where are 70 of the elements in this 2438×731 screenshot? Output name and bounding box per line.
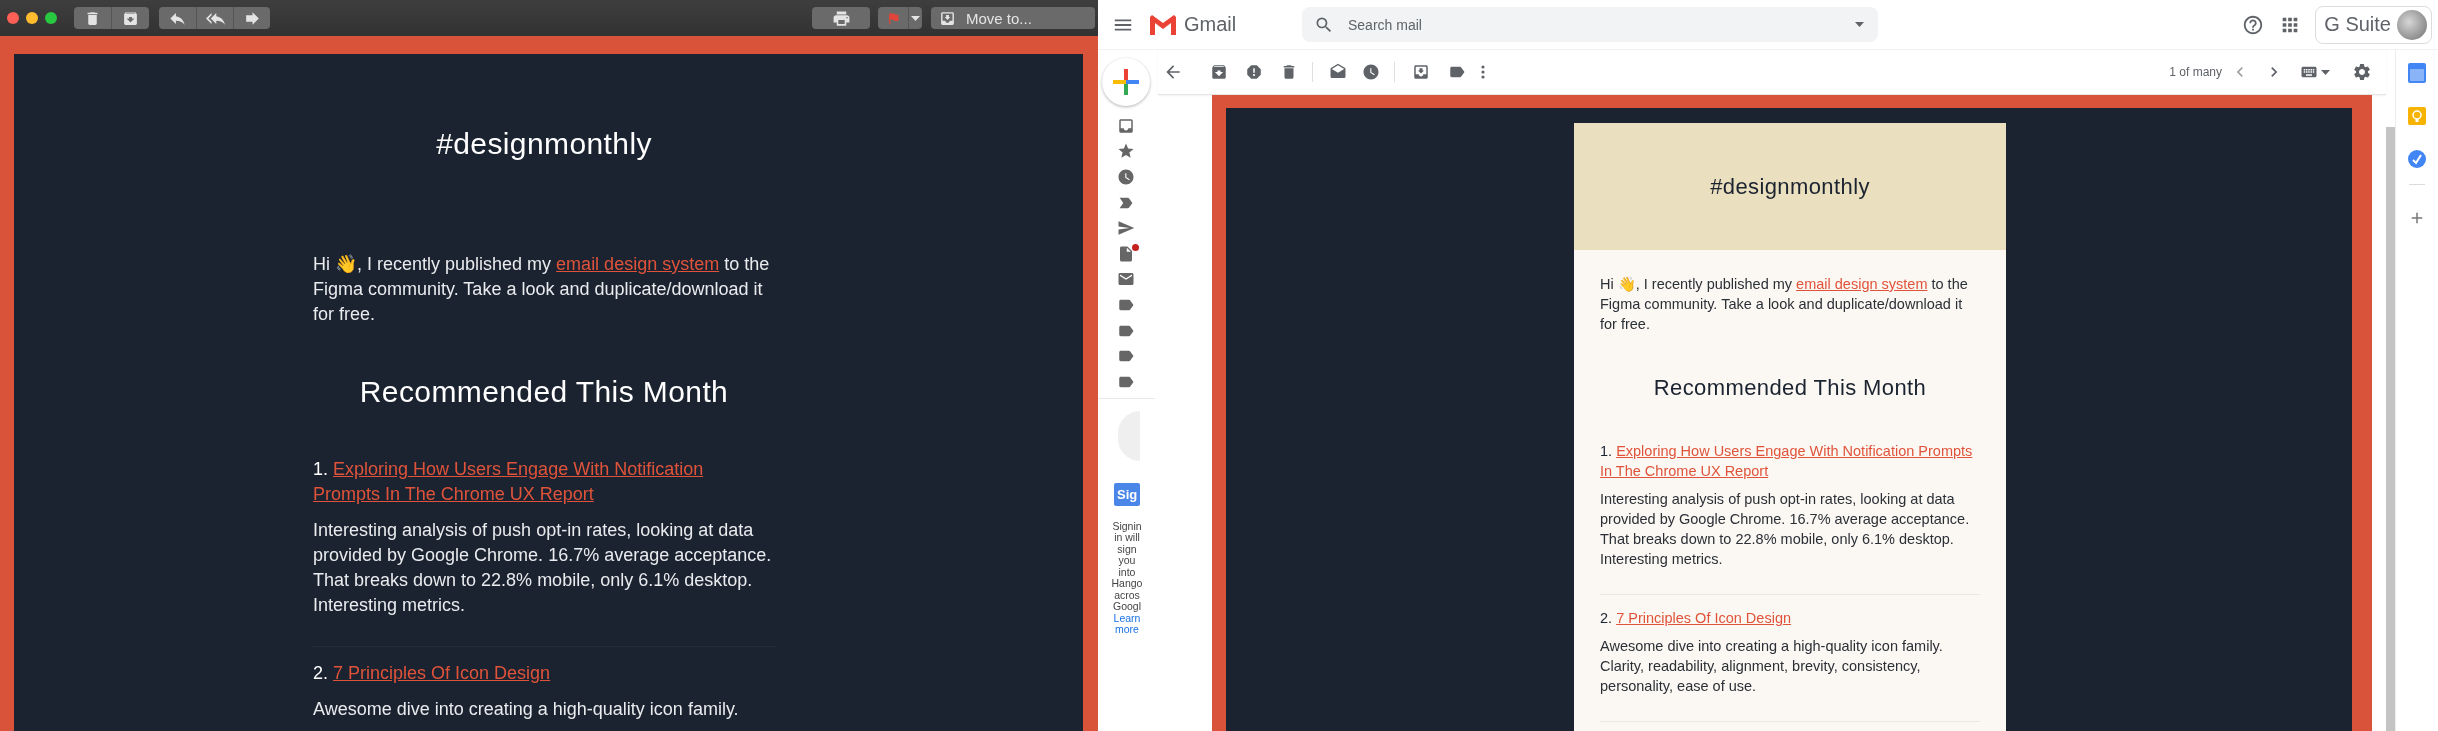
tray-icon	[939, 9, 956, 27]
mark-unread-button[interactable]	[1329, 63, 1347, 81]
printer-icon	[831, 8, 851, 28]
intro-text: Hi 👋, I recently published my email design system to the Figma community. Take a look and duplicate/download it for free.	[1600, 275, 1969, 334]
document-icon	[1117, 244, 1135, 263]
sign-in-button[interactable]: Sig	[1114, 482, 1140, 506]
tray-icon	[1412, 63, 1430, 81]
article-heading[interactable]: 2. 7 Principles Of Icon Design	[313, 661, 775, 686]
minimize-window-button[interactable]	[26, 12, 38, 24]
avatar-icon	[2397, 9, 2427, 40]
help-button[interactable]	[2242, 13, 2265, 36]
section-heading: Recommended This Month	[358, 374, 730, 410]
account-button[interactable]: G Suite	[2315, 5, 2432, 44]
star-icon	[1117, 142, 1135, 161]
newsletter-title: #designmonthly	[1710, 172, 1870, 201]
sign-in-note: Signin in will sign you into Hango acros Googl	[1110, 520, 1144, 613]
report-spam-button[interactable]	[1245, 63, 1263, 81]
settings-button[interactable]	[2352, 62, 2372, 82]
open-envelope-icon	[1329, 63, 1347, 81]
flag-menu-button[interactable]	[908, 7, 922, 29]
zoom-window-button[interactable]	[45, 12, 57, 24]
more-icon	[1481, 65, 1485, 79]
article-description: Awesome dive into creating a high-quality icon family.	[313, 698, 740, 721]
article-heading[interactable]: 2. 7 Principles Of Icon Design	[1600, 608, 1980, 628]
box-icon	[122, 9, 139, 27]
clock-icon	[1362, 63, 1380, 81]
archive-button[interactable]	[1210, 63, 1228, 81]
move-to-button[interactable]: Move to...	[931, 7, 1095, 29]
envelope-logo-icon	[1148, 12, 1178, 37]
article-heading[interactable]: 1. Exploring How Users Engage With Notification Prompts In The Chrome UX Report	[313, 457, 775, 507]
caret-icon	[1855, 22, 1864, 27]
compose-button[interactable]	[1102, 58, 1150, 106]
move-to-button[interactable]	[1412, 63, 1430, 81]
calendar-icon	[2408, 63, 2426, 83]
reply-all-button[interactable]	[196, 7, 233, 29]
checkmark-icon	[2408, 150, 2426, 168]
more-button[interactable]	[1481, 65, 1485, 79]
caret-icon	[2321, 69, 2330, 75]
intro-text: Hi 👋, I recently published my email design system to the Figma community. Take a look and duplicate/download it for free.	[313, 253, 771, 326]
help-icon	[2242, 13, 2265, 36]
settings-icon	[2352, 62, 2372, 82]
section-heading: Recommended This Month	[1652, 374, 1928, 402]
reply-button[interactable]	[159, 7, 196, 29]
print-button[interactable]	[812, 7, 870, 29]
exclamation-icon	[1245, 63, 1263, 81]
article-description: Interesting analysis of push opt-in rates, looking at data provided by Google Chrome. 16.7% average acceptance. That breaks down to 22.8% mobile, only 6.1% desktop. Interesting metrics.	[313, 519, 773, 617]
article-description: Awesome dive into creating a high-quality icon family. Clarity, readability, alignment, brevity, consistency, personality, ease of use.	[1600, 637, 1944, 696]
clock-icon	[1117, 168, 1135, 186]
forward-button[interactable]	[233, 7, 270, 29]
inbox-icon	[1117, 116, 1135, 135]
notification-dot	[1132, 243, 1139, 251]
learn-more-link[interactable]: Learn more	[1110, 612, 1144, 636]
snooze-button[interactable]	[1362, 63, 1380, 81]
newsletter-title: #designmonthly	[435, 126, 653, 162]
delete-button[interactable]	[74, 7, 111, 29]
close-window-button[interactable]	[7, 12, 19, 24]
plus-icon	[1113, 69, 1139, 95]
tasks-button[interactable]	[2408, 150, 2426, 168]
junk-button[interactable]	[111, 7, 149, 29]
caret-icon	[911, 15, 920, 21]
app-name: Gmail	[1184, 13, 1237, 36]
article-heading[interactable]: 1. Exploring How Users Engage With Notification Prompts In The Chrome UX Report	[1600, 441, 1980, 481]
text-link[interactable]: email design system	[1796, 276, 1928, 292]
search-bar[interactable]: Search mail	[1302, 7, 1878, 42]
lightbulb-icon	[2408, 107, 2426, 125]
article-description: Interesting analysis of push opt-in rates, looking at data provided by Google Chrome. 16.7% average acceptance. That breaks down to 22.8% mobile, only 6.1% desktop. Interesting metrics.	[1600, 490, 1971, 569]
pager-text: 1 of many	[2169, 65, 2222, 79]
search-field[interactable]: Search mail	[1346, 15, 1855, 34]
archive-icon	[1210, 63, 1228, 81]
text-link[interactable]: email design system	[556, 254, 720, 274]
